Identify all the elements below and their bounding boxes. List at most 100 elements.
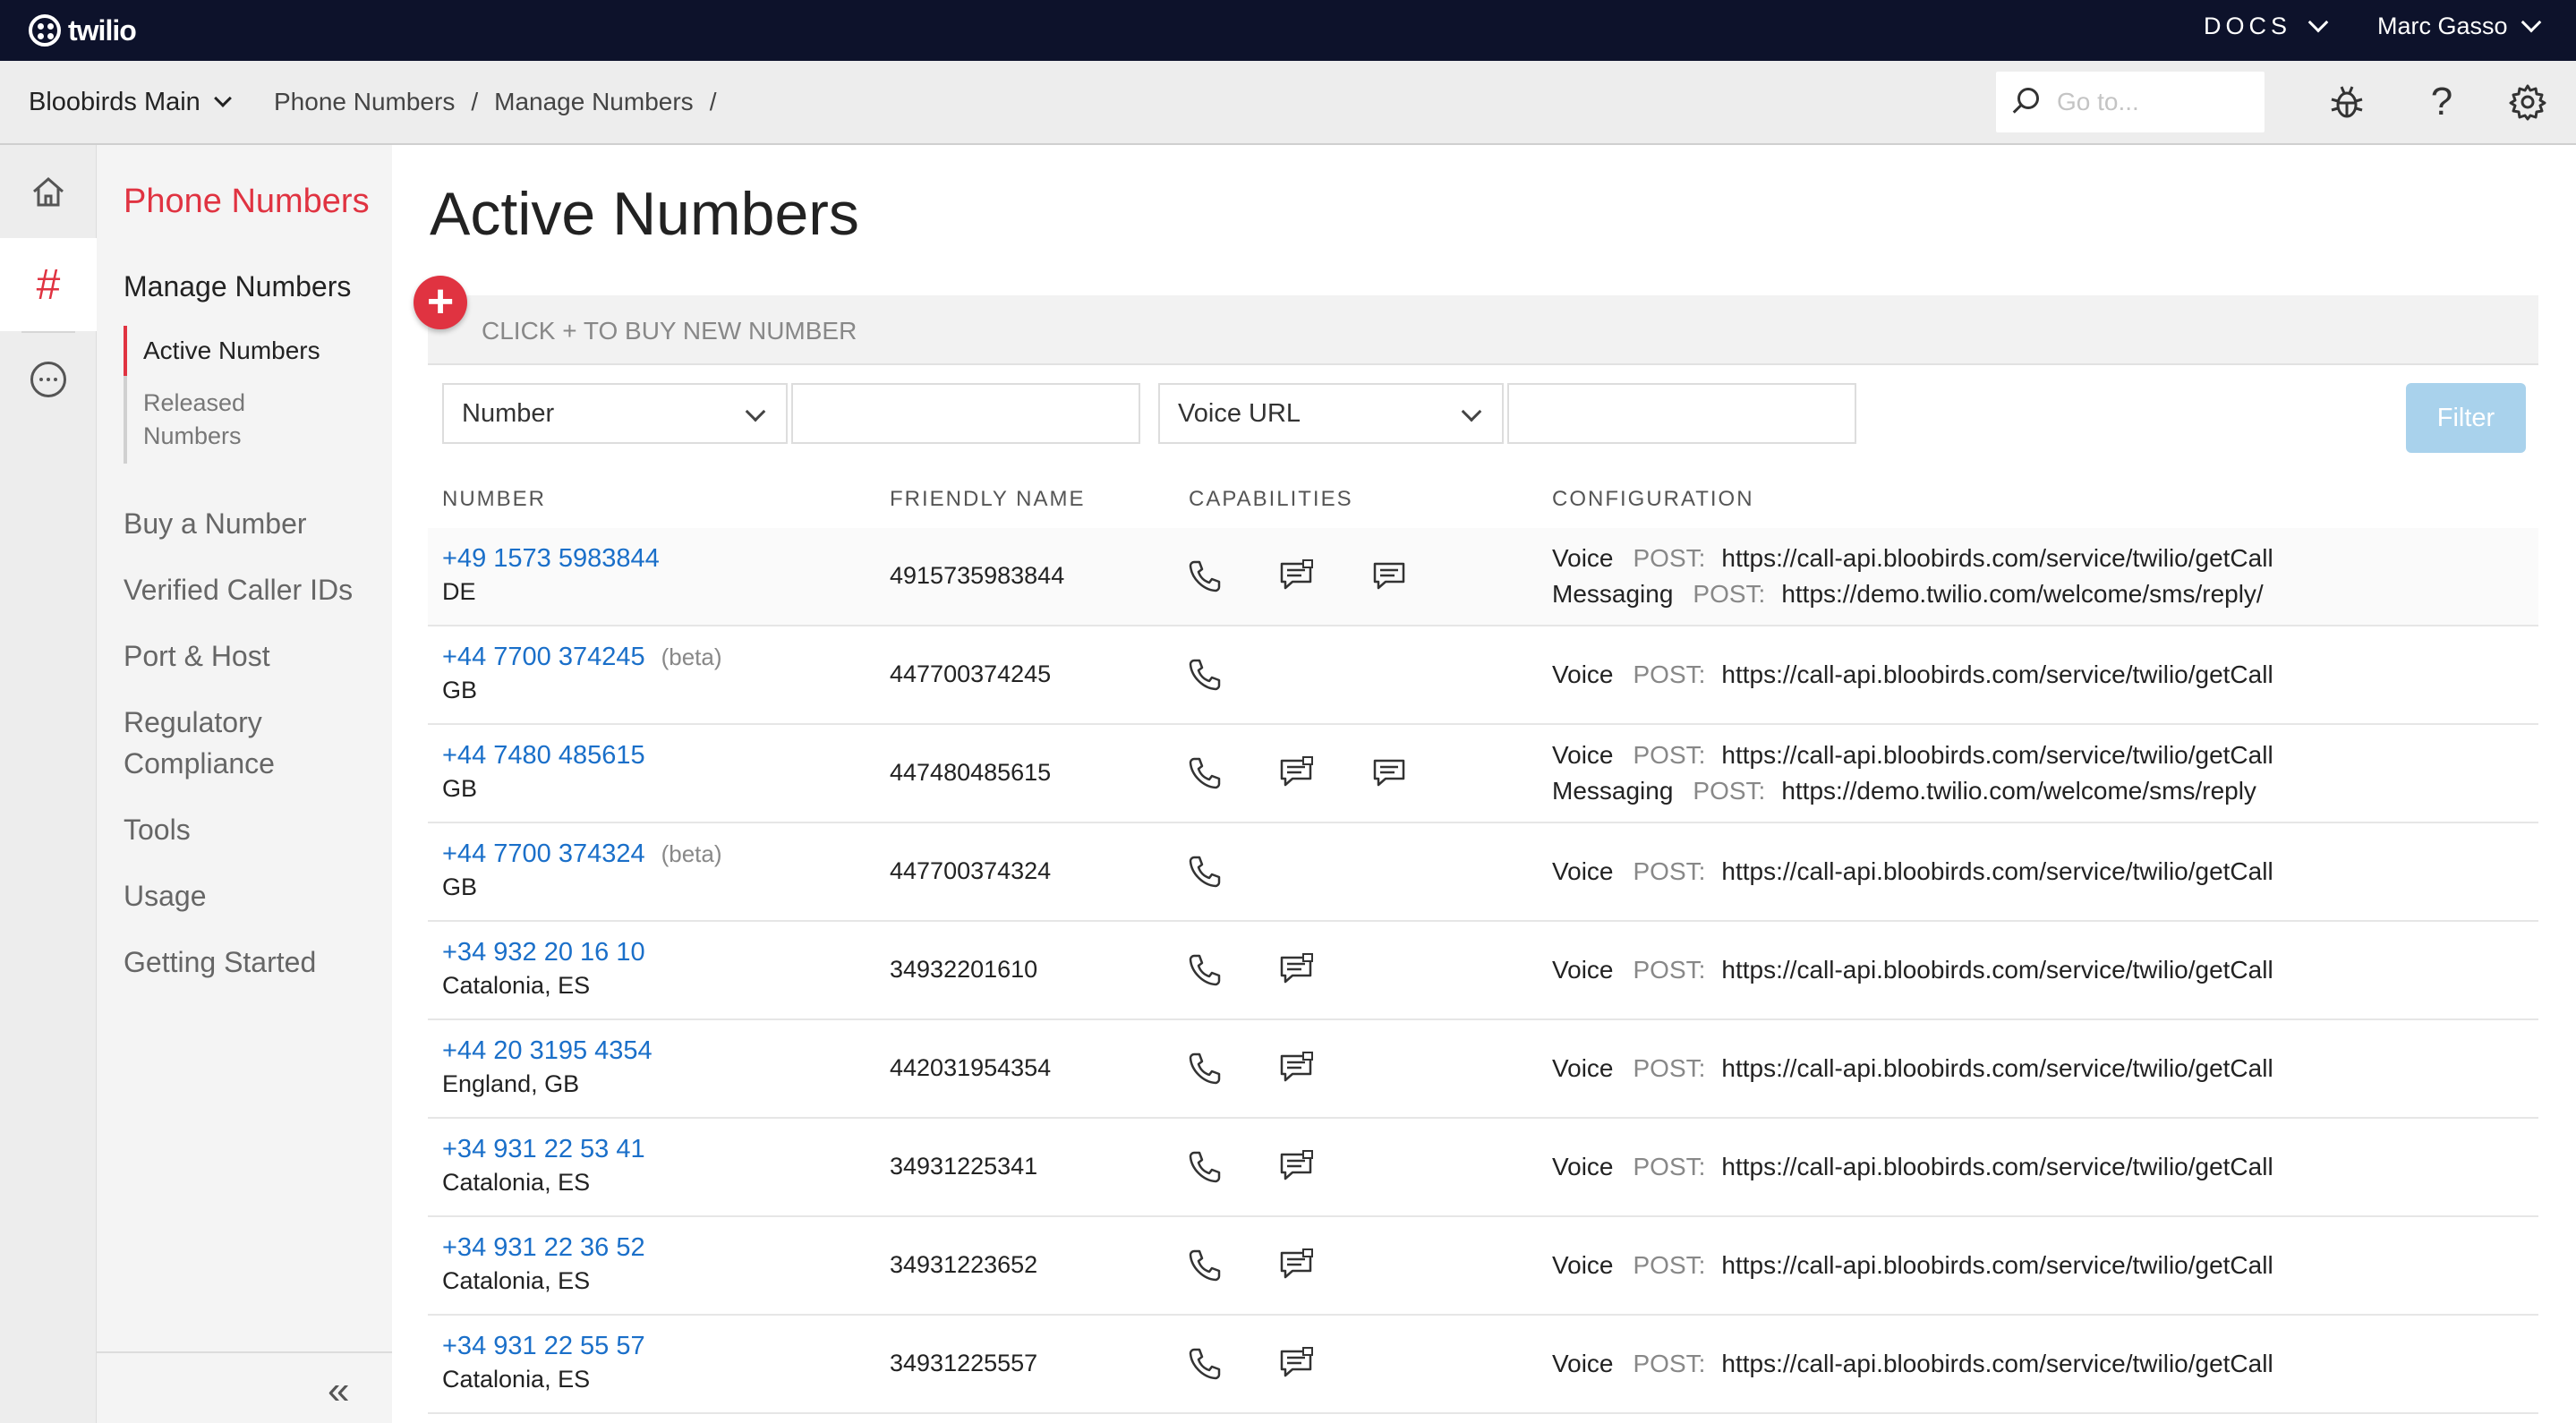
filter-config-select[interactable]: Voice URL <box>1158 383 1504 444</box>
configuration-line: Messaging POST: https://demo.twilio.com/we… <box>1552 580 2264 609</box>
debugger-button[interactable] <box>2327 82 2367 122</box>
table-row: +44 7700 374324 (beta) GB 447700374324 Voice… <box>428 823 2538 922</box>
docs-menu[interactable]: DOCS <box>2204 12 2329 40</box>
config-kind: Voice <box>1552 1153 1614 1180</box>
phone-number-link[interactable]: +49 1573 5983844 <box>442 544 660 574</box>
filter-number-input[interactable] <box>791 383 1140 444</box>
number-region: Catalonia, ES <box>442 972 591 999</box>
nav-item-verified-caller-ids[interactable]: Verified Caller IDs <box>124 569 356 610</box>
voice-icon <box>1187 952 1223 988</box>
table-row: +34 931 22 53 41 Catalonia, ES 34931225341… <box>428 1119 2538 1217</box>
config-kind: Messaging <box>1552 580 1674 608</box>
voice-icon <box>1187 1149 1223 1185</box>
nav-item-usage[interactable]: Usage <box>124 875 356 916</box>
phone-number-link[interactable]: +34 931 22 53 41 <box>442 1135 645 1164</box>
phone-number-text: +44 7700 374245 <box>442 643 645 671</box>
breadcrumb-separator: / <box>471 88 479 115</box>
phone-number-text: +34 932 20 16 10 <box>442 938 645 967</box>
nav-title[interactable]: Phone Numbers <box>124 183 370 221</box>
friendly-name: 447480485615 <box>890 759 1052 786</box>
phone-number-link[interactable]: +34 931 22 36 52 <box>442 1233 645 1263</box>
config-method: POST: <box>1693 580 1766 608</box>
friendly-name: 34931223652 <box>890 1251 1038 1278</box>
side-nav: Phone Numbers Manage Numbers Active Numb… <box>97 145 392 1423</box>
nav-item-port-host[interactable]: Port & Host <box>124 635 356 677</box>
phone-number-link[interactable]: +44 20 3195 4354 <box>442 1036 653 1066</box>
user-name: Marc Gasso <box>2377 13 2508 39</box>
number-region: GB <box>442 677 478 703</box>
chat-icon <box>1371 755 1407 791</box>
sms-icon <box>1278 1248 1314 1283</box>
help-button[interactable]: ? <box>2422 80 2461 124</box>
config-method: POST: <box>1633 857 1706 885</box>
search-input[interactable] <box>2057 84 2254 120</box>
config-url: https://call-api.bloobirds.com/service/t… <box>1721 857 2273 885</box>
buy-number-button[interactable]: + <box>414 276 467 329</box>
gear-icon <box>2509 84 2546 121</box>
config-url: https://call-api.bloobirds.com/service/t… <box>1721 1054 2273 1082</box>
number-region: Catalonia, ES <box>442 1169 591 1196</box>
friendly-name: 34931225341 <box>890 1153 1038 1180</box>
filter-config-input[interactable] <box>1507 383 1856 444</box>
config-method: POST: <box>1633 544 1706 572</box>
number-region: Catalonia, ES <box>442 1366 591 1393</box>
phone-number-link[interactable]: +34 931 22 55 57 <box>442 1332 645 1361</box>
chevron-down-icon <box>2307 12 2329 32</box>
chevron-down-icon <box>2521 12 2541 32</box>
phone-number-link[interactable]: +44 7480 485615 <box>442 741 645 771</box>
user-menu[interactable]: Marc Gasso <box>2377 12 2541 40</box>
config-kind: Voice <box>1552 1054 1614 1082</box>
phone-number-text: +44 20 3195 4354 <box>442 1036 653 1065</box>
table-row: +44 7700 374245 (beta) GB 447700374245 Voice… <box>428 626 2538 725</box>
filter-button[interactable]: Filter <box>2406 383 2526 453</box>
table-row: +34 932 20 16 10 Catalonia, ES 34932201610… <box>428 922 2538 1020</box>
rail-phone-numbers[interactable]: # <box>0 238 97 331</box>
voice-icon <box>1187 558 1223 594</box>
sms-icon <box>1278 1051 1314 1086</box>
table-row: +44 20 3195 4354 England, GB 442031954354 V… <box>428 1020 2538 1119</box>
phone-number-text: +34 931 22 36 52 <box>442 1233 645 1262</box>
nav-item-released-numbers[interactable]: Released Numbers <box>127 376 270 464</box>
friendly-name: 4915735983844 <box>890 562 1065 589</box>
nav-item-tools[interactable]: Tools <box>124 809 356 850</box>
number-region: Catalonia, ES <box>442 1267 591 1294</box>
settings-button[interactable] <box>2508 82 2547 122</box>
nav-item-buy-number[interactable]: Buy a Number <box>124 503 356 544</box>
column-header-friendly-name: FRIENDLY NAME <box>890 487 1086 511</box>
config-kind: Voice <box>1552 544 1614 572</box>
nav-item-regulatory-compliance[interactable]: Regulatory Compliance <box>124 702 303 784</box>
voice-icon <box>1187 1248 1223 1283</box>
twilio-logo[interactable]: twilio <box>29 11 137 50</box>
collapse-sidebar-icon[interactable]: « <box>328 1371 349 1410</box>
rail-home[interactable] <box>0 145 97 238</box>
configuration-line: Voice POST: https://call-api.bloobirds.com… <box>1552 1054 2273 1083</box>
sms-icon <box>1278 952 1314 988</box>
phone-number-link[interactable]: +44 7700 374245 (beta) <box>442 643 722 672</box>
sms-icon <box>1278 1346 1314 1382</box>
table-row: +34 931 22 55 57 Catalonia, ES 34931225557… <box>428 1316 2538 1414</box>
table-row: +49 1573 5983844 DE 4915735983844 Voice POST… <box>428 528 2538 626</box>
configuration-line: Voice POST: https://call-api.bloobirds.com… <box>1552 1350 2273 1378</box>
voice-icon <box>1187 657 1223 693</box>
phone-number-text: +44 7700 374324 <box>442 839 645 868</box>
nav-item-active-numbers[interactable]: Active Numbers <box>124 326 374 376</box>
sms-icon <box>1278 1149 1314 1185</box>
breadcrumb-phone-numbers[interactable]: Phone Numbers <box>274 88 455 116</box>
brand-name: twilio <box>68 13 137 47</box>
breadcrumb-manage-numbers[interactable]: Manage Numbers <box>494 88 694 116</box>
phone-number-link[interactable]: +34 932 20 16 10 <box>442 938 645 967</box>
config-url: https://call-api.bloobirds.com/service/t… <box>1721 544 2273 572</box>
rail-more[interactable] <box>0 333 97 426</box>
phone-number-link[interactable]: +44 7700 374324 (beta) <box>442 839 722 869</box>
configuration-line: Voice POST: https://call-api.bloobirds.com… <box>1552 660 2273 689</box>
filter-field-select[interactable]: Number <box>442 383 788 444</box>
buy-number-bar: CLICK + TO BUY NEW NUMBER <box>428 295 2538 365</box>
nav-section-manage-numbers[interactable]: Manage Numbers <box>124 270 351 303</box>
nav-item-getting-started[interactable]: Getting Started <box>124 942 356 983</box>
table-row: +34 931 22 36 52 Catalonia, ES 34931223652… <box>428 1217 2538 1316</box>
phone-number-text: +44 7480 485615 <box>442 741 645 770</box>
sub-bar: Bloobirds Main Phone Numbers / Manage Nu… <box>0 61 2576 145</box>
config-url: https://demo.twilio.com/welcome/sms/repl… <box>1781 580 2264 608</box>
sms-icon <box>1278 755 1314 791</box>
account-switcher[interactable]: Bloobirds Main <box>29 88 232 117</box>
